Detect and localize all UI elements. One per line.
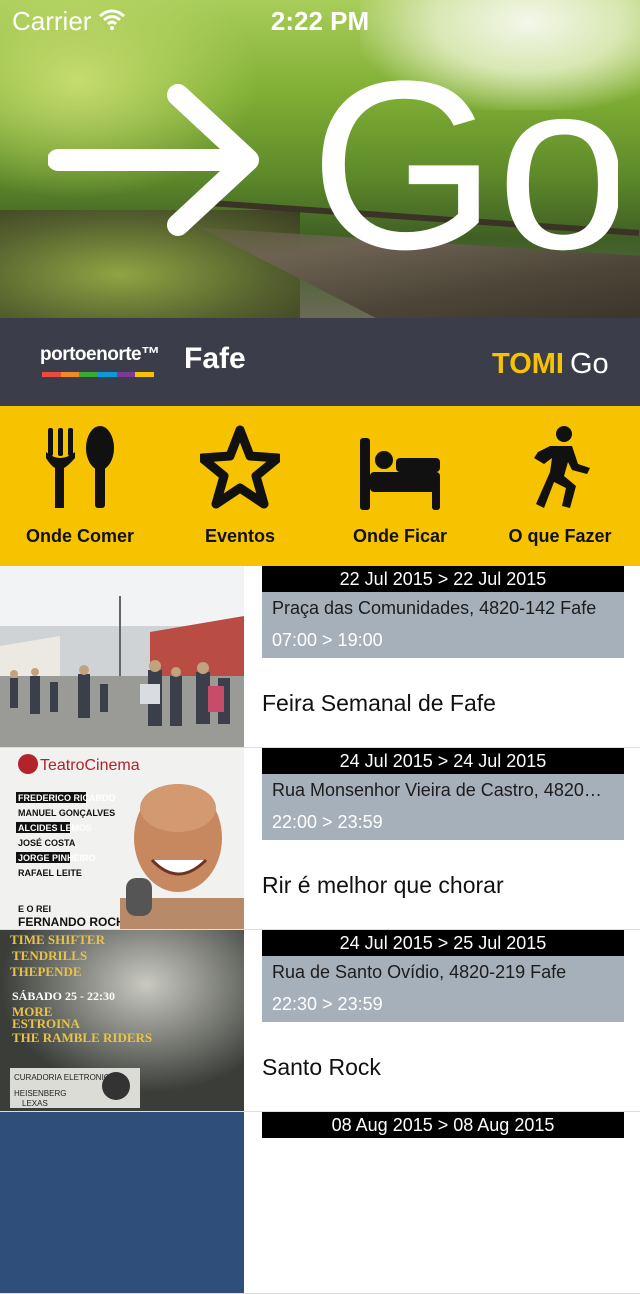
poster-footer: LEXAS <box>22 1099 48 1108</box>
star-icon <box>200 425 280 509</box>
event-hours: 07:00 > 19:00 <box>272 630 383 650</box>
bed-icon <box>360 438 440 510</box>
poster-band: TENDRILLS <box>12 948 87 963</box>
poster-footer: HEISENBERG <box>14 1089 66 1098</box>
event-thumbnail: TeatroCinema FREDERICO RICARDO MANUEL GO… <box>0 748 244 929</box>
porto-color-bars <box>42 372 155 377</box>
event-date: 24 Jul 2015 > 25 Jul 2015 <box>262 930 624 956</box>
tomi-go-logo: Go <box>570 348 609 380</box>
poster-name: ALCIDES LEMOS <box>18 823 92 833</box>
category-label: Onde Ficar <box>352 526 448 546</box>
event-title: Feira Semanal de Fafe <box>262 690 496 716</box>
poster-name: RAFAEL LEITE <box>18 868 82 878</box>
go-logo-text: Go <box>310 60 618 260</box>
category-label: O que Fazer <box>508 526 612 546</box>
event-item-rir[interactable]: TeatroCinema FREDERICO RICARDO MANUEL GO… <box>0 748 640 930</box>
market-photo <box>0 566 244 747</box>
event-item-santo-rock[interactable]: TIME SHIFTER TENDRILLS THEPENDE SÁBADO 2… <box>0 930 640 1112</box>
poster-name: MANUEL GONÇALVES <box>18 808 115 818</box>
category-label: Onde Comer <box>25 526 135 546</box>
color-bar <box>79 372 99 377</box>
poster-footer: CURADORIA ELETRONICA <box>14 1073 116 1082</box>
poster-star: FERNANDO ROCHA <box>18 915 134 929</box>
rock-poster: TIME SHIFTER TENDRILLS THEPENDE SÁBADO 2… <box>0 930 244 1111</box>
color-bar <box>42 372 61 377</box>
category-onde-comer[interactable]: Onde Comer <box>0 406 160 566</box>
runner-icon <box>534 426 590 508</box>
hero-banner: Go Carrier 2:22 PM <box>0 0 640 318</box>
color-bar <box>116 372 136 377</box>
category-bar: Onde Comer Eventos Onde Ficar O que Faze… <box>0 406 640 566</box>
event-date: 08 Aug 2015 > 08 Aug 2015 <box>262 1112 624 1138</box>
status-time: 2:22 PM <box>270 6 370 36</box>
category-label: Eventos <box>204 526 276 546</box>
city-name: Fafe <box>184 342 246 375</box>
poster-name: JOSÉ COSTA <box>18 838 76 848</box>
poster-band: ESTROINA <box>12 1016 81 1031</box>
poster-band: TIME SHIFTER <box>10 932 106 947</box>
porto-norte-logo: portoenorte™ <box>40 344 160 365</box>
color-bar <box>135 372 155 377</box>
poster-band: THEPENDE <box>10 964 82 979</box>
poster-name: JORGE PINHEIRO <box>18 853 96 863</box>
go-arrow-logo: Go <box>48 60 618 260</box>
event-thumbnail: TIME SHIFTER TENDRILLS THEPENDE SÁBADO 2… <box>0 930 244 1111</box>
event-thumbnail <box>0 1112 244 1293</box>
event-info-box: Rua Monsenhor Vieira de Castro, 4820… 22… <box>262 774 624 840</box>
event-hours: 22:00 > 23:59 <box>272 812 383 832</box>
event-date: 22 Jul 2015 > 22 Jul 2015 <box>262 566 624 592</box>
poster-date: SÁBADO 25 - 22:30 <box>12 989 115 1003</box>
event-info-box: Rua de Santo Ovídio, 4820-219 Fafe 22:30… <box>262 956 624 1022</box>
event-title: Santo Rock <box>262 1054 381 1080</box>
event-address: Praça das Comunidades, 4820-142 Fafe <box>272 598 597 618</box>
poster-band: THE RAMBLE RIDERS <box>12 1030 152 1045</box>
tomi-logo: TOMI <box>492 348 564 380</box>
event-address: Rua Monsenhor Vieira de Castro, 4820… <box>272 780 602 800</box>
event-thumbnail <box>0 566 244 747</box>
event-info-box: Praça das Comunidades, 4820-142 Fafe 07:… <box>262 592 624 658</box>
event-item-feira[interactable]: 22 Jul 2015 > 22 Jul 2015 Praça das Comu… <box>0 566 640 748</box>
category-onde-ficar[interactable]: Onde Ficar <box>320 406 480 566</box>
theatre-poster: TeatroCinema FREDERICO RICARDO MANUEL GO… <box>0 748 244 929</box>
poster-footer: E O REI <box>18 904 51 914</box>
color-bar <box>98 372 117 377</box>
event-hours: 22:30 > 23:59 <box>272 994 383 1014</box>
color-bar <box>60 372 80 377</box>
event-item-partial[interactable]: 08 Aug 2015 > 08 Aug 2015 <box>0 1112 640 1294</box>
poster-brand: TeatroCinema <box>40 757 140 774</box>
category-o-que-fazer[interactable]: O que Fazer <box>480 406 640 566</box>
fork-spoon-icon <box>46 426 114 508</box>
poster-name: FREDERICO RICARDO <box>18 793 116 803</box>
event-address: Rua de Santo Ovídio, 4820-219 Fafe <box>272 962 567 982</box>
category-eventos[interactable]: Eventos <box>160 406 320 566</box>
event-title: Rir é melhor que chorar <box>262 872 504 898</box>
event-date: 24 Jul 2015 > 24 Jul 2015 <box>262 748 624 774</box>
